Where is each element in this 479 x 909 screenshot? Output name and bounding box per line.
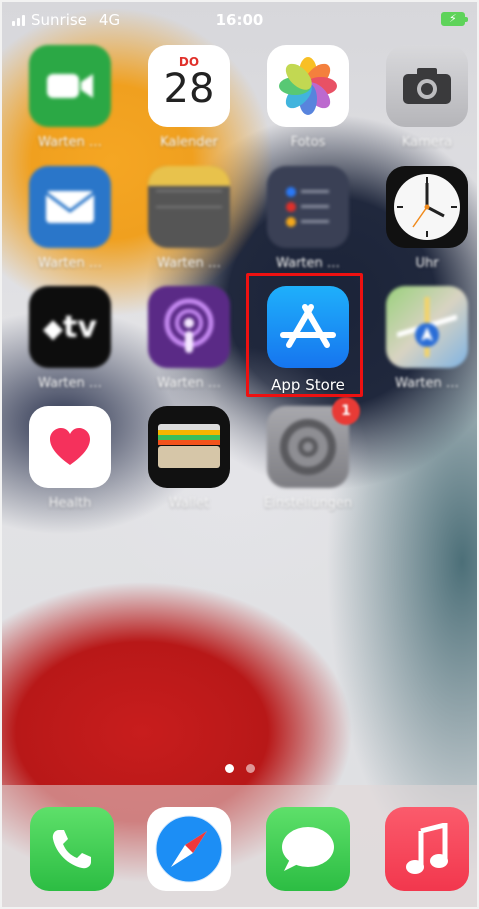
app-wallet[interactable]: Wallet bbox=[137, 406, 241, 511]
home-screen: Sunrise 4G 16:00 ⚡ Warten … DO 28 Kalend… bbox=[0, 0, 479, 909]
dock bbox=[2, 785, 477, 907]
app-health[interactable]: Health bbox=[18, 406, 122, 511]
phone-icon bbox=[30, 807, 114, 891]
signal-strength-icon bbox=[12, 14, 25, 26]
page-dot-1[interactable] bbox=[224, 764, 234, 773]
app-label: Warten … bbox=[157, 376, 221, 391]
app-label: Kamera bbox=[401, 135, 453, 150]
facetime-icon bbox=[29, 45, 111, 127]
app-label: Uhr bbox=[415, 256, 439, 271]
app-label: Warten … bbox=[38, 256, 102, 271]
app-reminders[interactable]: Warten … bbox=[256, 166, 360, 271]
app-label: Warten … bbox=[157, 256, 221, 271]
safari-icon bbox=[147, 807, 231, 891]
app-facetime[interactable]: Warten … bbox=[18, 45, 122, 150]
app-calendar[interactable]: DO 28 Kalender bbox=[137, 45, 241, 150]
app-store-icon bbox=[267, 286, 349, 368]
podcasts-icon bbox=[148, 286, 230, 368]
maps-icon bbox=[386, 286, 468, 368]
app-maps[interactable]: Warten … bbox=[375, 286, 477, 391]
clock-icon bbox=[386, 166, 468, 248]
app-podcasts[interactable]: Warten … bbox=[137, 286, 241, 391]
app-clock[interactable]: Uhr bbox=[375, 166, 477, 271]
carrier-name: Sunrise bbox=[31, 11, 87, 29]
app-mail[interactable]: Warten … bbox=[18, 166, 122, 271]
calendar-day: 28 bbox=[163, 66, 215, 112]
status-bar: Sunrise 4G 16:00 ⚡ bbox=[2, 2, 477, 38]
page-indicator[interactable] bbox=[2, 764, 477, 773]
clock-time: 16:00 bbox=[215, 11, 264, 29]
dock-music[interactable] bbox=[375, 807, 477, 891]
app-app-store[interactable]: App Store bbox=[256, 286, 360, 394]
health-icon bbox=[29, 406, 111, 488]
dock-phone[interactable] bbox=[20, 807, 124, 891]
app-label: Einstellungen bbox=[263, 496, 353, 511]
app-apple-tv[interactable]: ◆tv Warten … bbox=[18, 286, 122, 391]
dock-safari[interactable] bbox=[137, 807, 241, 891]
app-label: App Store bbox=[271, 376, 345, 394]
app-label: Warten … bbox=[38, 376, 102, 391]
photos-icon bbox=[267, 45, 349, 127]
mail-icon bbox=[29, 166, 111, 248]
app-label: Fotos bbox=[290, 135, 326, 150]
notes-icon bbox=[148, 166, 230, 248]
page-dot-2[interactable] bbox=[245, 764, 255, 773]
network-type: 4G bbox=[98, 11, 121, 29]
app-label: Warten … bbox=[276, 256, 340, 271]
music-icon bbox=[385, 807, 469, 891]
wallet-icon bbox=[148, 406, 230, 488]
camera-icon bbox=[386, 45, 468, 127]
app-photos[interactable]: Fotos bbox=[256, 45, 360, 150]
app-camera[interactable]: Kamera bbox=[375, 45, 477, 150]
app-label: Warten … bbox=[38, 135, 102, 150]
battery-charging-icon: ⚡ bbox=[441, 12, 468, 26]
app-notes[interactable]: Warten … bbox=[137, 166, 241, 271]
app-label: Wallet bbox=[168, 496, 210, 511]
apple-tv-logo: ◆tv bbox=[43, 309, 97, 345]
app-label: Health bbox=[48, 496, 92, 511]
calendar-icon: DO 28 bbox=[148, 45, 230, 127]
app-label: Kalender bbox=[160, 135, 218, 150]
apple-tv-icon: ◆tv bbox=[29, 286, 111, 368]
notification-badge: 1 bbox=[332, 397, 360, 425]
messages-icon bbox=[266, 807, 350, 891]
app-label: Warten … bbox=[395, 376, 459, 391]
reminders-icon bbox=[267, 166, 349, 248]
dock-messages[interactable] bbox=[256, 807, 360, 891]
